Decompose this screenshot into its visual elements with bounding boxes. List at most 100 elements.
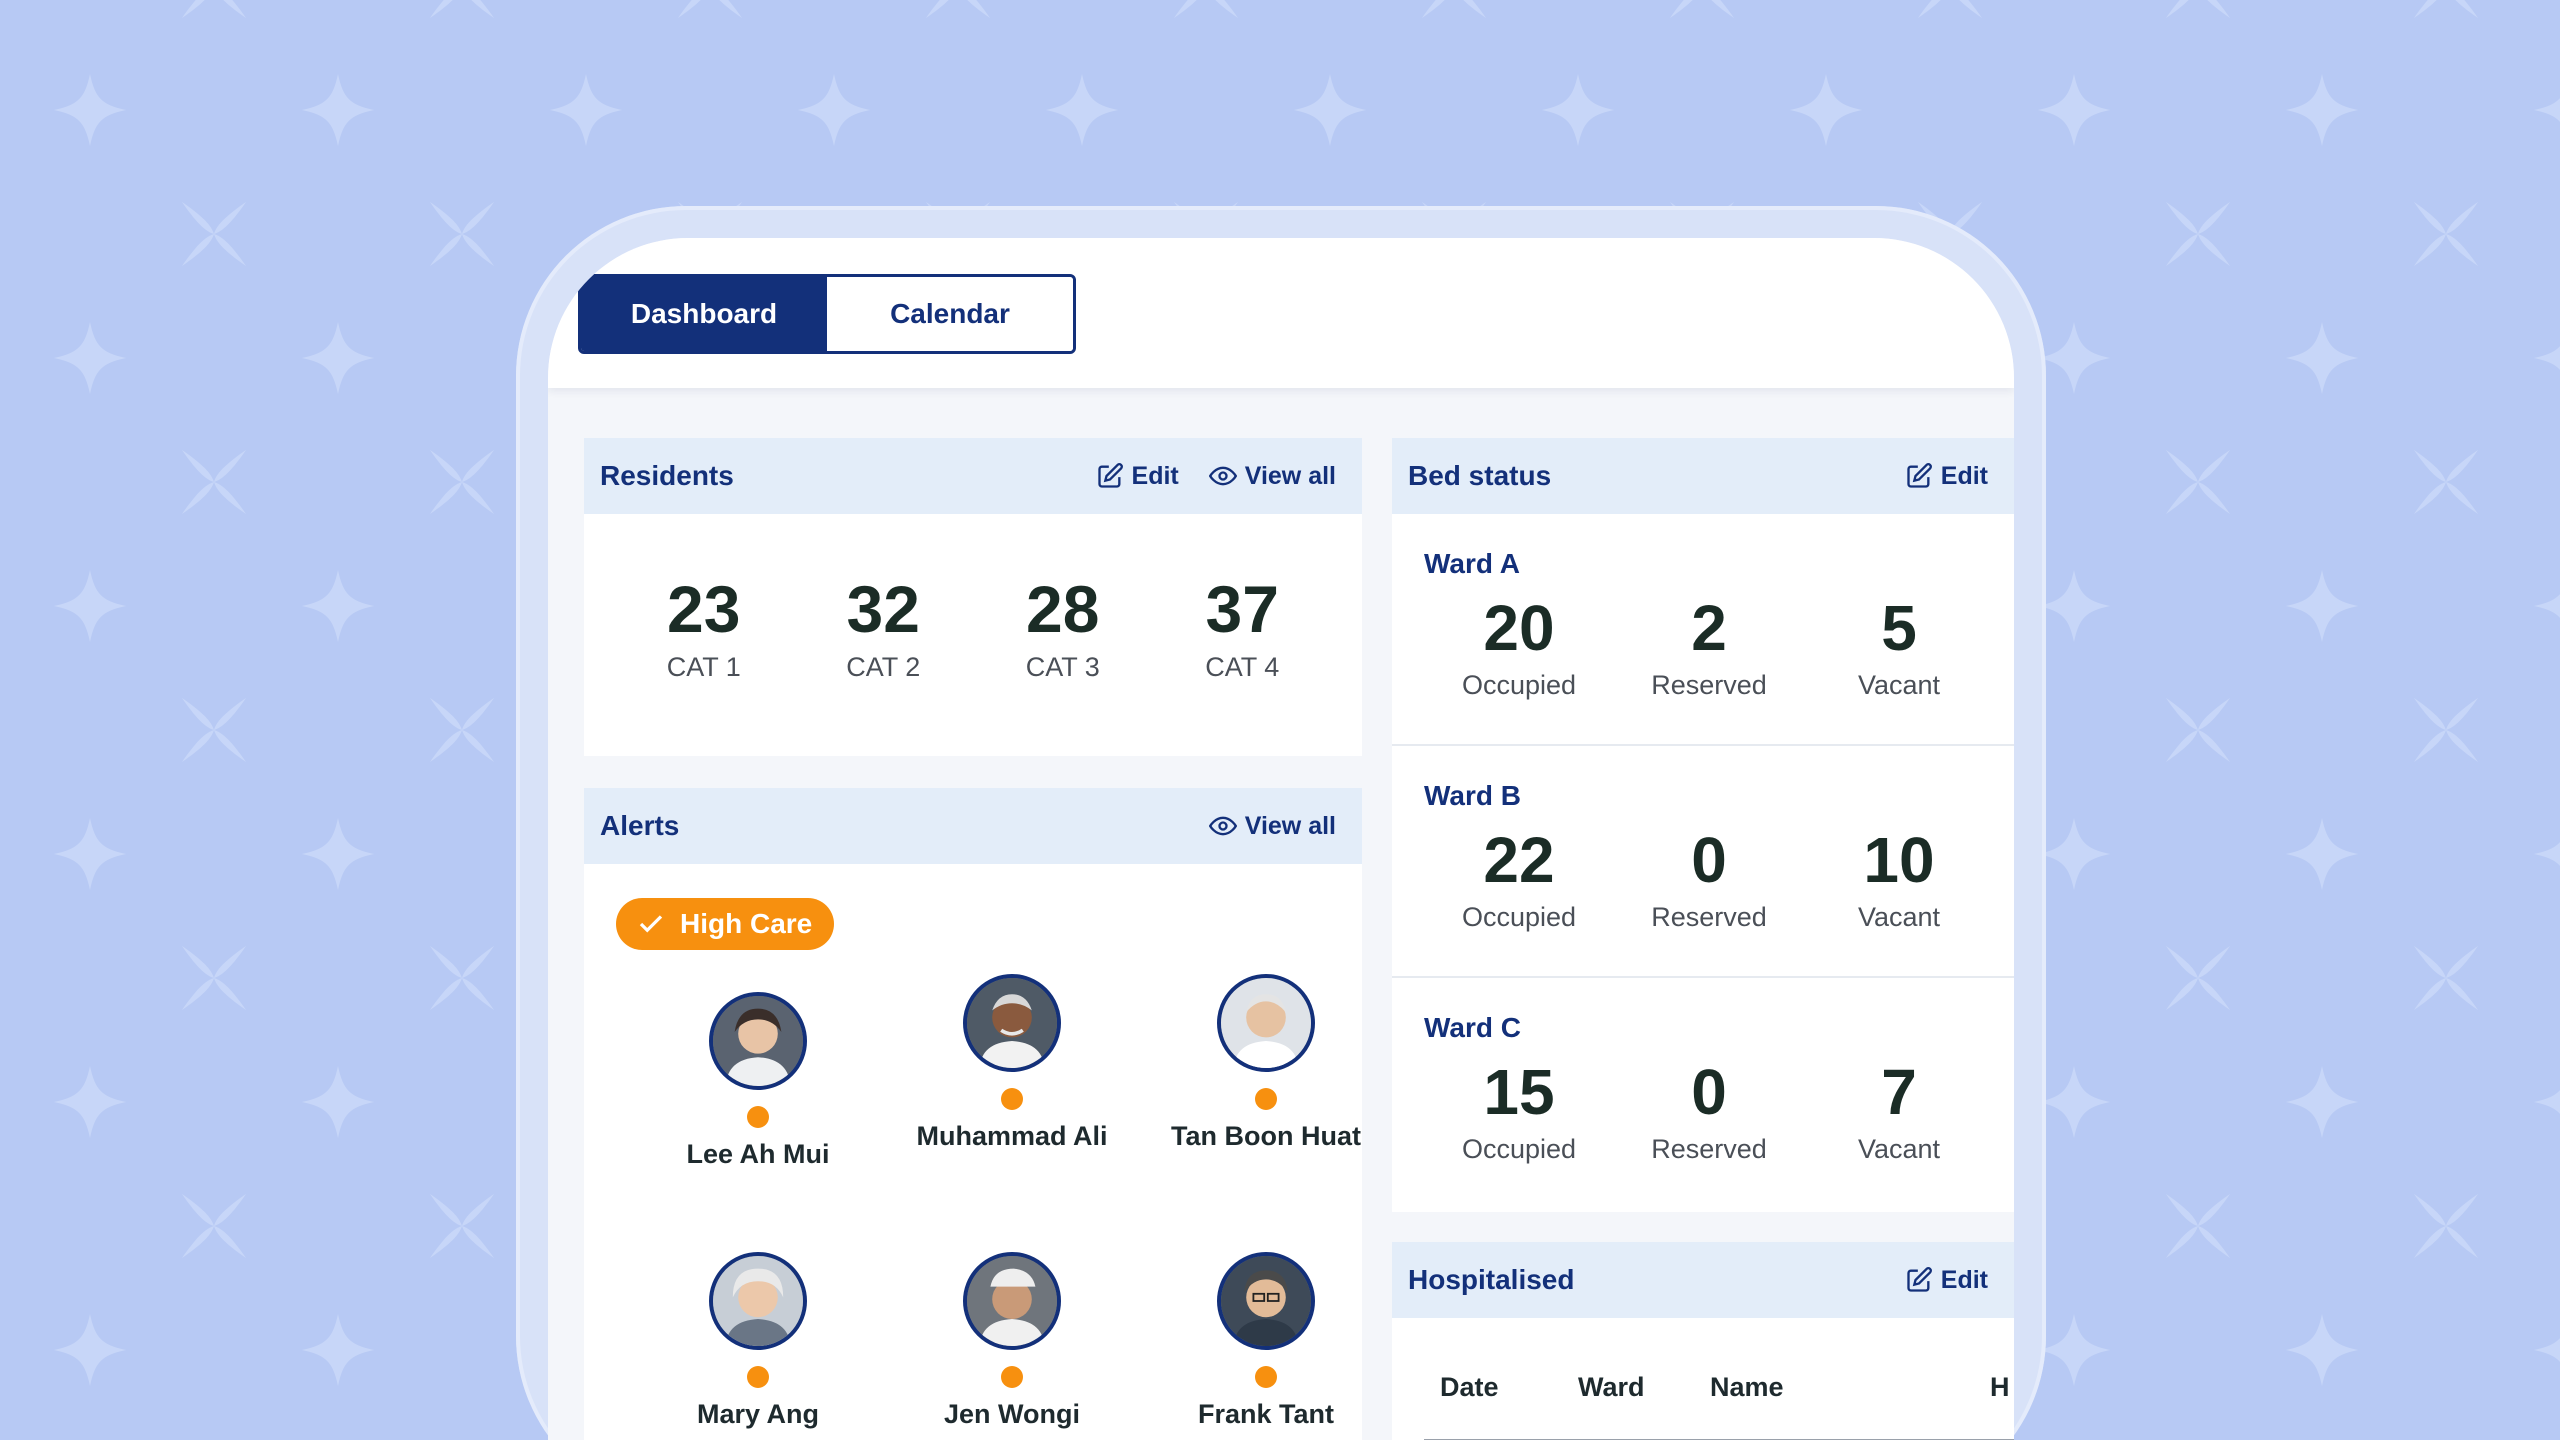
edit-icon [1907, 1267, 1932, 1292]
cat-3-stat[interactable]: 28 CAT 3 [988, 576, 1138, 683]
stat-value: 32 [846, 572, 920, 646]
residents-edit-button[interactable]: Edit [1096, 462, 1179, 491]
person-name: Tan Boon Huat [1171, 1121, 1361, 1151]
top-bar: Dashboard Calendar [548, 238, 2014, 388]
ward-b-section[interactable]: Ward B 22Occupied 0Reserved 10Vacant S [1392, 746, 2014, 978]
stat-value: 5 [1881, 592, 1917, 664]
hospitalised-title: Hospitalised [1408, 1264, 1575, 1295]
avatar [1217, 974, 1315, 1072]
tab-dashboard[interactable]: Dashboard [581, 277, 827, 351]
edit-label: Edit [1940, 461, 1988, 490]
column-header-date[interactable]: Date [1424, 1372, 1578, 1403]
alert-person[interactable]: Frank Tant [1156, 1252, 1376, 1432]
residents-card: Residents Edit View all 23 CAT 1 32 CAT … [584, 438, 1362, 756]
tab-calendar[interactable]: Calendar [827, 277, 1073, 351]
stat-value: 0 [1691, 1056, 1727, 1128]
truncated-stat: S [1994, 1060, 2014, 1165]
stat-value: 15 [1483, 1056, 1555, 1128]
alert-dot [747, 1106, 769, 1128]
tab-switcher: Dashboard Calendar [578, 274, 1076, 354]
ward-name: Ward B [1424, 780, 1521, 811]
column-header-ward[interactable]: Ward [1578, 1372, 1710, 1403]
chip-label: High Care [680, 908, 813, 939]
residents-title: Residents [600, 460, 734, 491]
eye-icon [1208, 466, 1237, 486]
stat-value: 7 [1881, 1056, 1917, 1128]
bed-status-title: Bed status [1408, 460, 1552, 491]
person-name: Mary Ang [696, 1399, 819, 1429]
vacant-stat: 7 Vacant [1804, 1060, 1994, 1165]
occupied-stat: 15 Occupied [1424, 1060, 1614, 1165]
alert-person[interactable]: Muhammad Ali [902, 974, 1122, 1154]
ward-name: Ward C [1424, 1012, 1521, 1043]
stat-label: Vacant [1857, 670, 1941, 700]
ward-a-section[interactable]: Ward A 20Occupied 2Reserved 5Vacant S [1392, 514, 2014, 746]
ward-name: Ward A [1424, 548, 1520, 579]
edit-label: Edit [1131, 461, 1179, 490]
stat-value: 10 [1863, 824, 1935, 896]
cat-1-stat[interactable]: 23 CAT 1 [629, 576, 779, 683]
stat-label: CAT 2 [846, 652, 921, 682]
alert-person[interactable]: Lee Ah Mui [648, 992, 868, 1172]
stat-label: Occupied [1461, 1134, 1577, 1164]
alert-person[interactable]: Jen Wongi [902, 1252, 1122, 1432]
edit-icon [1097, 463, 1123, 488]
stat-label: Reserved [1651, 670, 1767, 700]
bed-status-card: Bed status Edit Ward A 20 Occupied 2 Reser… [1392, 438, 2014, 1212]
vacant-stat: 10 Vacant [1804, 828, 1994, 933]
hospitalised-edit-button[interactable]: Edit [1905, 1266, 1988, 1295]
avatar [963, 1252, 1061, 1350]
view-all-label: View all [1244, 811, 1336, 840]
reserved-stat: 2 Reserved [1614, 596, 1804, 701]
stat-label: Vacant [1857, 1134, 1941, 1164]
truncated-stat: S [1994, 596, 2014, 701]
alerts-title: Alerts [600, 810, 680, 841]
reserved-stat: 0 Reserved [1614, 1060, 1804, 1165]
alert-dot [1001, 1366, 1023, 1388]
truncated-stat: S [1994, 828, 2014, 933]
alert-person[interactable]: Mary Ang [648, 1252, 868, 1432]
residents-stats: 23 CAT 1 32 CAT 2 28 CAT 3 37 CAT 4 [584, 514, 1362, 683]
occupied-stat: 20 Occupied [1424, 596, 1614, 701]
avatar [709, 992, 807, 1090]
residents-view-all-button[interactable]: View all [1208, 462, 1336, 491]
alert-person[interactable]: Tan Boon Huat [1156, 974, 1376, 1154]
column-header-h[interactable]: H [1990, 1372, 2010, 1403]
bed-status-header: Bed status Edit [1392, 438, 2014, 514]
eye-icon [1208, 816, 1237, 836]
column-header-name[interactable]: Name [1710, 1372, 1990, 1403]
residents-header: Residents Edit View all [584, 438, 1362, 514]
hospitalised-card: Hospitalised Edit Date Ward Name H [1392, 1242, 2014, 1440]
stat-value: 0 [1691, 824, 1727, 896]
bed-status-edit-button[interactable]: Edit [1905, 462, 1988, 491]
ward-stats: 22Occupied 0Reserved 10Vacant S [1424, 828, 2014, 933]
alert-dot [747, 1366, 769, 1388]
stat-label: CAT 4 [1205, 652, 1280, 682]
cat-4-stat[interactable]: 37 CAT 4 [1167, 576, 1317, 683]
alert-dot [1255, 1088, 1277, 1110]
person-name: Lee Ah Mui [686, 1139, 830, 1169]
edit-icon [1907, 463, 1932, 488]
occupied-stat: 22 Occupied [1424, 828, 1614, 933]
vacant-stat: 5 Vacant [1804, 596, 1994, 701]
high-care-filter-chip[interactable]: High Care [616, 898, 835, 950]
alerts-card: Alerts View all High Care Lee Ah Mui Muh… [584, 788, 1362, 1440]
cat-2-stat[interactable]: 32 CAT 2 [808, 576, 958, 683]
ward-stats: 15Occupied 0Reserved 7Vacant S [1424, 1060, 2014, 1165]
stat-label: Reserved [1651, 1134, 1767, 1164]
alerts-view-all-button[interactable]: View all [1208, 811, 1336, 841]
stat-value: 37 [1205, 572, 1279, 646]
stat-label: Vacant [1857, 902, 1941, 932]
ward-stats: 20Occupied 2Reserved 5Vacant S [1424, 596, 2014, 701]
app-screen: Dashboard Calendar Residents Edit View a… [548, 238, 2014, 1440]
check-icon [639, 915, 663, 933]
hospitalised-header: Hospitalised Edit [1392, 1242, 2014, 1318]
alerts-header: Alerts View all [584, 788, 1362, 864]
stat-value: 22 [1483, 824, 1555, 896]
stat-value: 28 [1026, 572, 1100, 646]
ward-c-section[interactable]: Ward C 15Occupied 0Reserved 7Vacant S [1392, 978, 2014, 1210]
edit-label: Edit [1940, 1265, 1988, 1294]
avatar [709, 1252, 807, 1350]
stat-label: Reserved [1651, 902, 1767, 932]
stat-value: 20 [1483, 592, 1555, 664]
